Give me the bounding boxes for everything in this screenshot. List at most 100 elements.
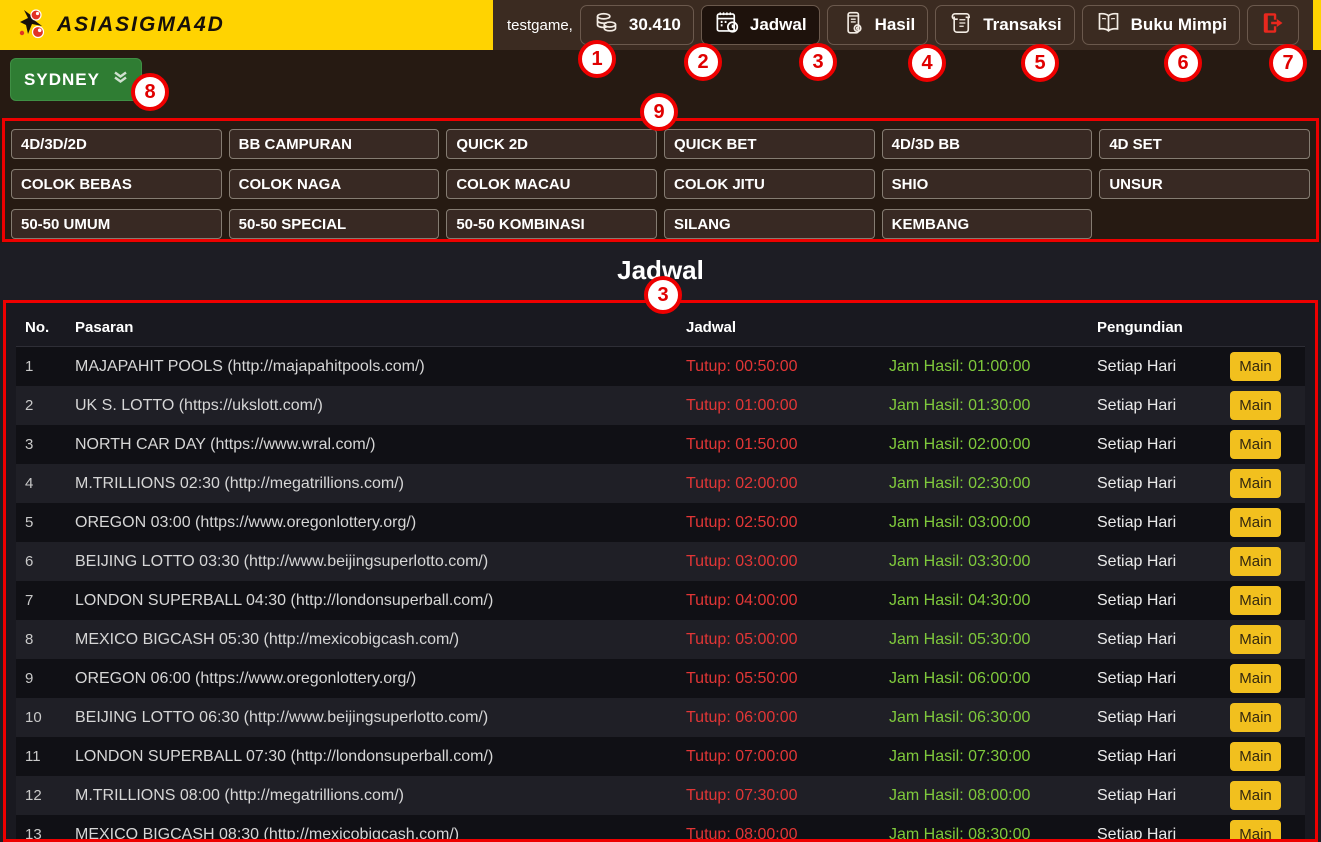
chevron-double-down-icon bbox=[113, 69, 128, 90]
bet-type-button[interactable]: BB CAMPURAN bbox=[229, 129, 440, 159]
table-row: 2UK S. LOTTO (https://ukslott.com/)Tutup… bbox=[16, 386, 1305, 425]
close-time: Tutup: 05:00:00 bbox=[677, 631, 880, 649]
close-time: Tutup: 06:00:00 bbox=[677, 709, 880, 727]
nav-transaksi-button[interactable]: Transaksi bbox=[935, 5, 1074, 45]
draw-frequency: Setiap Hari bbox=[1088, 397, 1221, 415]
bet-type-button[interactable]: SHIO bbox=[882, 169, 1093, 199]
result-time: Jam Hasil: 06:30:00 bbox=[880, 709, 1088, 727]
close-time: Tutup: 04:00:00 bbox=[677, 592, 880, 610]
market-label: SYDNEY bbox=[24, 70, 100, 90]
close-time: Tutup: 08:00:00 bbox=[677, 826, 880, 842]
bet-type-button[interactable]: COLOK MACAU bbox=[446, 169, 657, 199]
market-name: MEXICO BIGCASH 05:30 (http://mexicobigca… bbox=[66, 631, 677, 649]
logout-door-icon bbox=[1260, 10, 1286, 41]
page: ASIASIGMA4D testgame, 30.410 bbox=[0, 0, 1321, 842]
main-button[interactable]: Main bbox=[1230, 742, 1281, 771]
close-time: Tutup: 01:00:00 bbox=[677, 397, 880, 415]
main-button[interactable]: Main bbox=[1230, 547, 1281, 576]
bet-type-button[interactable]: QUICK BET bbox=[664, 129, 875, 159]
nav-buku-mimpi-button[interactable]: Buku Mimpi bbox=[1082, 5, 1240, 45]
market-name: M.TRILLIONS 08:00 (http://megatrillions.… bbox=[66, 787, 677, 805]
table-row: 4M.TRILLIONS 02:30 (http://megatrillions… bbox=[16, 464, 1305, 503]
bet-type-button[interactable]: QUICK 2D bbox=[446, 129, 657, 159]
col-no: No. bbox=[16, 319, 66, 336]
main-button[interactable]: Main bbox=[1230, 781, 1281, 810]
row-number: 8 bbox=[16, 631, 66, 648]
bet-type-button[interactable]: 4D/3D/2D bbox=[11, 129, 222, 159]
bet-type-button[interactable]: 50-50 KOMBINASI bbox=[446, 209, 657, 239]
market-name: BEIJING LOTTO 06:30 (http://www.beijings… bbox=[66, 709, 677, 727]
bet-type-button[interactable]: 50-50 SPECIAL bbox=[229, 209, 440, 239]
row-number: 9 bbox=[16, 670, 66, 687]
draw-frequency: Setiap Hari bbox=[1088, 631, 1221, 649]
result-time: Jam Hasil: 02:30:00 bbox=[880, 475, 1088, 493]
draw-frequency: Setiap Hari bbox=[1088, 826, 1221, 842]
bet-type-button[interactable]: 50-50 UMUM bbox=[11, 209, 222, 239]
table-row: 8MEXICO BIGCASH 05:30 (http://mexicobigc… bbox=[16, 620, 1305, 659]
top-bar: ASIASIGMA4D testgame, 30.410 bbox=[0, 0, 1321, 50]
draw-frequency: Setiap Hari bbox=[1088, 475, 1221, 493]
result-time: Jam Hasil: 08:30:00 bbox=[880, 826, 1088, 842]
close-time: Tutup: 01:50:00 bbox=[677, 436, 880, 454]
main-button[interactable]: Main bbox=[1230, 625, 1281, 654]
nav-jadwal-button[interactable]: Jadwal bbox=[701, 5, 820, 45]
balance-button[interactable]: 30.410 bbox=[580, 5, 694, 45]
row-number: 6 bbox=[16, 553, 66, 570]
draw-frequency: Setiap Hari bbox=[1088, 358, 1221, 376]
bet-type-button[interactable]: COLOK BEBAS bbox=[11, 169, 222, 199]
result-time: Jam Hasil: 01:30:00 bbox=[880, 397, 1088, 415]
bet-type-button[interactable]: SILANG bbox=[664, 209, 875, 239]
result-time: Jam Hasil: 02:00:00 bbox=[880, 436, 1088, 454]
bet-type-button[interactable]: UNSUR bbox=[1099, 169, 1310, 199]
main-button[interactable]: Main bbox=[1230, 469, 1281, 498]
result-time: Jam Hasil: 04:30:00 bbox=[880, 592, 1088, 610]
market-selector[interactable]: SYDNEY bbox=[10, 58, 142, 101]
close-time: Tutup: 02:50:00 bbox=[677, 514, 880, 532]
logout-button[interactable] bbox=[1247, 5, 1299, 45]
nav-transaksi-label: Transaksi bbox=[983, 15, 1061, 35]
close-time: Tutup: 03:00:00 bbox=[677, 553, 880, 571]
calendar-clock-icon bbox=[714, 9, 741, 41]
row-number: 3 bbox=[16, 436, 66, 453]
main-button[interactable]: Main bbox=[1230, 664, 1281, 693]
market-name: OREGON 06:00 (https://www.oregonlottery.… bbox=[66, 670, 677, 688]
table-row: 9OREGON 06:00 (https://www.oregonlottery… bbox=[16, 659, 1305, 698]
row-number: 12 bbox=[16, 787, 66, 804]
close-time: Tutup: 07:00:00 bbox=[677, 748, 880, 766]
draw-frequency: Setiap Hari bbox=[1088, 553, 1221, 571]
market-name: MEXICO BIGCASH 08:30 (http://mexicobigca… bbox=[66, 826, 677, 842]
bet-type-button[interactable]: 4D SET bbox=[1099, 129, 1310, 159]
main-button[interactable]: Main bbox=[1230, 703, 1281, 732]
main-button[interactable]: Main bbox=[1230, 430, 1281, 459]
main-button[interactable]: Main bbox=[1230, 820, 1281, 842]
nav-buku-mimpi-label: Buku Mimpi bbox=[1131, 15, 1227, 35]
market-name: M.TRILLIONS 02:30 (http://megatrillions.… bbox=[66, 475, 677, 493]
bet-type-button[interactable]: 4D/3D BB bbox=[882, 129, 1093, 159]
username-label: testgame, bbox=[507, 17, 573, 34]
table-row: 11LONDON SUPERBALL 07:30 (http://londons… bbox=[16, 737, 1305, 776]
main-button[interactable]: Main bbox=[1230, 391, 1281, 420]
row-number: 11 bbox=[16, 748, 66, 765]
bet-types-section: SYDNEY 4D/3D/2DBB CAMPURANQUICK 2DQUICK … bbox=[0, 50, 1321, 243]
lottery-claw-icon bbox=[14, 6, 48, 45]
market-name: NORTH CAR DAY (https://www.wral.com/) bbox=[66, 436, 677, 454]
table-row: 5OREGON 03:00 (https://www.oregonlottery… bbox=[16, 503, 1305, 542]
main-button[interactable]: Main bbox=[1230, 352, 1281, 381]
nav-jadwal-label: Jadwal bbox=[750, 15, 807, 35]
bet-type-button[interactable]: KEMBANG bbox=[882, 209, 1093, 239]
schedule-table: No. Pasaran Jadwal Pengundian 1MAJAPAHIT… bbox=[3, 300, 1318, 842]
bet-type-button[interactable]: COLOK NAGA bbox=[229, 169, 440, 199]
nav-hasil-button[interactable]: Hasil bbox=[827, 5, 929, 45]
main-button[interactable]: Main bbox=[1230, 586, 1281, 615]
result-time: Jam Hasil: 08:00:00 bbox=[880, 787, 1088, 805]
market-name: LONDON SUPERBALL 04:30 (http://londonsup… bbox=[66, 592, 677, 610]
market-name: MAJAPAHIT POOLS (http://majapahitpools.c… bbox=[66, 358, 677, 376]
coins-icon bbox=[593, 9, 620, 41]
bet-type-button[interactable]: COLOK JITU bbox=[664, 169, 875, 199]
main-button[interactable]: Main bbox=[1230, 508, 1281, 537]
col-pengundian: Pengundian bbox=[1088, 319, 1221, 336]
bet-type-grid: 4D/3D/2DBB CAMPURANQUICK 2DQUICK BET4D/3… bbox=[2, 118, 1319, 242]
result-time: Jam Hasil: 05:30:00 bbox=[880, 631, 1088, 649]
brand-logo[interactable]: ASIASIGMA4D bbox=[0, 0, 493, 50]
row-number: 13 bbox=[16, 826, 66, 842]
